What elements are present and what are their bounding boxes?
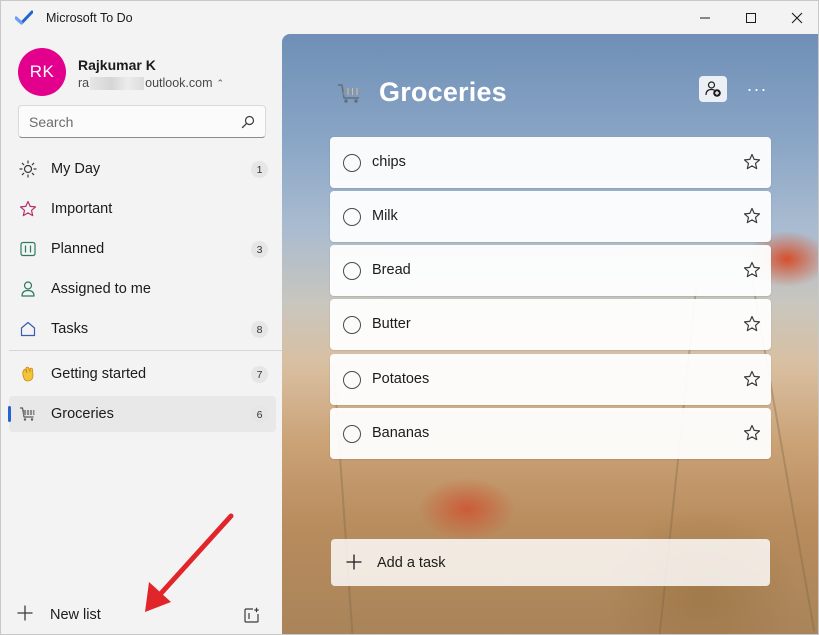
maximize-button[interactable] (728, 1, 774, 34)
email-suffix: outlook.com (145, 76, 213, 90)
sun-icon (18, 159, 38, 179)
plus-icon (346, 554, 362, 570)
sidebar-item-label: Important (51, 201, 113, 217)
account-switcher[interactable]: RK Rajkumar K ra outlook.com ⌃ (18, 48, 273, 98)
count-badge: 6 (251, 406, 268, 423)
task-title: Potatoes (372, 371, 430, 387)
new-group-icon[interactable] (243, 607, 260, 624)
star-icon[interactable] (743, 153, 761, 171)
maximize-icon (746, 12, 756, 23)
star-icon (18, 199, 38, 219)
new-list-label: New list (50, 607, 101, 623)
close-button[interactable] (774, 1, 818, 34)
task-item[interactable]: Milk (330, 191, 771, 242)
sidebar-item-getting-started[interactable]: Getting started 7 (9, 356, 276, 392)
app-checkmark-icon (15, 10, 33, 25)
count-badge: 1 (251, 161, 268, 178)
waving-hand-icon (18, 364, 38, 384)
star-icon[interactable] (743, 261, 761, 279)
task-title: Bread (372, 262, 411, 278)
user-name: Rajkumar K (78, 57, 156, 73)
star-icon[interactable] (743, 424, 761, 442)
task-complete-checkbox[interactable] (343, 371, 361, 389)
avatar: RK (18, 48, 66, 96)
task-item[interactable]: chips (330, 137, 771, 188)
search-input[interactable]: Search (18, 105, 266, 138)
count-badge: 7 (251, 366, 268, 383)
sidebar: RK Rajkumar K ra outlook.com ⌃ Search My… (1, 34, 282, 634)
task-complete-checkbox[interactable] (343, 316, 361, 334)
task-title: Butter (372, 316, 411, 332)
sidebar-item-important[interactable]: Important (9, 191, 276, 227)
star-icon[interactable] (743, 370, 761, 388)
task-complete-checkbox[interactable] (343, 262, 361, 280)
star-icon[interactable] (743, 207, 761, 225)
email-prefix: ra (78, 76, 90, 90)
sidebar-item-label: Getting started (51, 366, 147, 382)
sidebar-item-tasks[interactable]: Tasks 8 (9, 311, 276, 347)
minimize-icon (700, 17, 710, 18)
task-title: chips (372, 154, 406, 170)
list-title[interactable]: Groceries (379, 77, 507, 108)
minimize-button[interactable] (682, 1, 728, 34)
task-title: Bananas (372, 425, 430, 441)
sidebar-item-planned[interactable]: Planned 3 (9, 231, 276, 267)
sidebar-item-groceries[interactable]: Groceries 6 (8, 396, 276, 432)
count-badge: 3 (251, 241, 268, 258)
calendar-icon (18, 239, 38, 259)
task-item[interactable]: Butter (330, 299, 771, 350)
new-list-button[interactable]: New list (9, 596, 276, 632)
add-task-input[interactable]: Add a task (331, 539, 770, 586)
close-icon (791, 12, 803, 23)
task-complete-checkbox[interactable] (343, 208, 361, 226)
task-item[interactable]: Bananas (330, 408, 771, 459)
task-title: Milk (372, 208, 398, 224)
more-options-button[interactable]: ··· (745, 78, 769, 100)
share-person-icon (705, 81, 721, 97)
share-list-button[interactable] (699, 76, 727, 102)
app-window: Microsoft To Do RK Rajkumar K ra outlook… (0, 0, 819, 635)
sidebar-item-assigned-to-me[interactable]: Assigned to me (9, 271, 276, 307)
add-task-label: Add a task (377, 555, 446, 571)
sidebar-divider (9, 350, 282, 351)
sidebar-item-label: Tasks (51, 321, 89, 337)
title-bar: Microsoft To Do (1, 1, 818, 34)
sidebar-item-label: Planned (51, 241, 105, 257)
star-icon[interactable] (743, 315, 761, 333)
home-icon (18, 319, 38, 339)
selection-indicator (8, 406, 11, 422)
shopping-cart-icon (338, 84, 360, 103)
person-icon (18, 279, 38, 299)
count-badge: 8 (251, 321, 268, 338)
search-icon (241, 115, 255, 129)
search-placeholder: Search (29, 114, 74, 130)
sidebar-item-my-day[interactable]: My Day 1 (9, 151, 276, 187)
task-item[interactable]: Bread (330, 245, 771, 296)
task-item[interactable]: Potatoes (330, 354, 771, 405)
plus-icon (17, 605, 33, 621)
window-title: Microsoft To Do (46, 11, 133, 25)
sidebar-item-label: Groceries (51, 406, 114, 422)
task-list-pane: Groceries ··· chips Milk Bread Butter Po… (282, 34, 818, 634)
chevron-up-down-icon: ⌃ (216, 77, 225, 88)
shopping-cart-icon (18, 404, 38, 424)
task-complete-checkbox[interactable] (343, 154, 361, 172)
task-complete-checkbox[interactable] (343, 425, 361, 443)
user-email: ra outlook.com ⌃ (78, 76, 224, 90)
sidebar-item-label: Assigned to me (51, 281, 151, 297)
email-redaction (90, 76, 145, 90)
ellipsis-icon: ··· (746, 78, 768, 99)
sidebar-item-label: My Day (51, 161, 101, 177)
